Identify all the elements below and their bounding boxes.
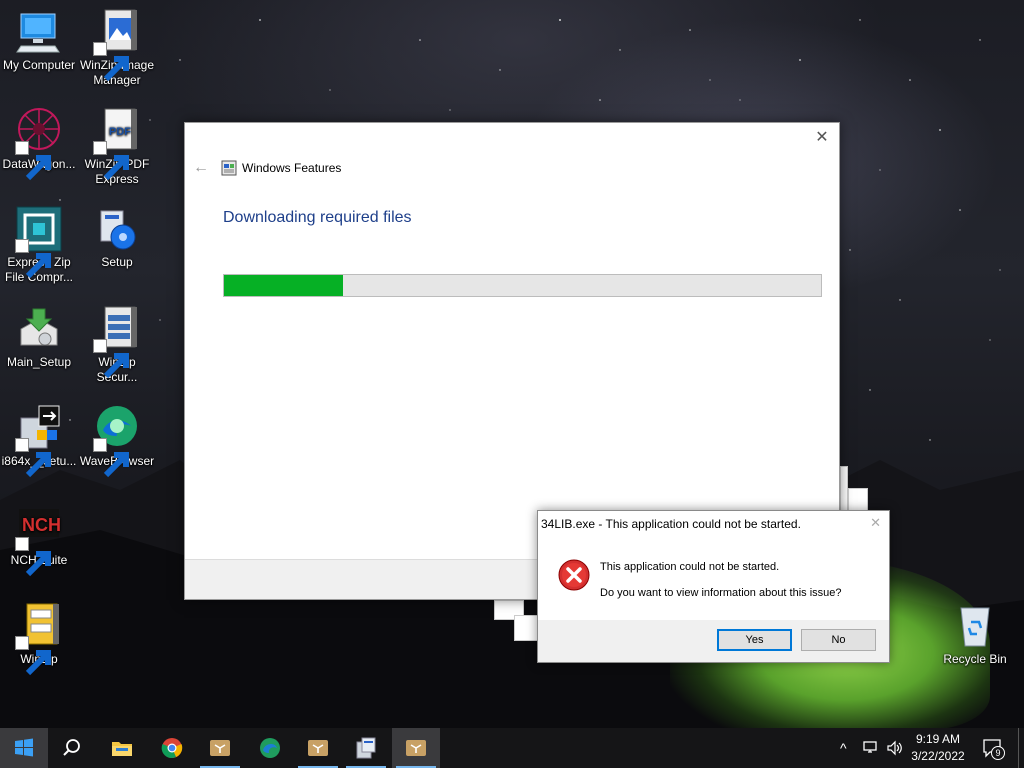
file-explorer-icon (112, 742, 132, 756)
desktop-icon-winzip-image-manager[interactable]: WinZip Image Manager (78, 8, 156, 88)
recycle-bin-icon (951, 602, 999, 650)
winzip-secure-icon (93, 305, 141, 379)
desktop-icon-setup[interactable]: Setup (78, 205, 156, 270)
desktop-icon-express-zip[interactable]: Express Zip File Compr... (0, 205, 78, 285)
desktop-icon-nch-suite[interactable]: NCH NCH Suite (0, 503, 78, 577)
taskbar: ^ 9:19 AM 3/22/2022 9 (0, 728, 1024, 768)
desktop-icon-winzip-pdf-express[interactable]: PDF WinZip PDF Express (78, 107, 156, 187)
setup-icon (93, 205, 141, 253)
main-setup-icon (15, 305, 63, 353)
download-progress-bar (223, 274, 822, 297)
desktop-icon-i864x-setup[interactable]: i864x__setu... (0, 404, 78, 478)
volume-icon[interactable] (886, 740, 904, 756)
desktop-icon-my-computer[interactable]: My Computer (0, 8, 78, 73)
clock-date[interactable]: 3/22/2022 (906, 749, 970, 763)
chevron-up-icon[interactable]: ^ (840, 740, 847, 756)
chrome-icon (161, 738, 183, 758)
taskbar-dropbox-2[interactable] (294, 728, 342, 768)
status-heading: Downloading required files (223, 209, 412, 226)
dropbox-icon (406, 740, 426, 756)
dropbox-icon (210, 740, 230, 756)
express-zip-icon (15, 205, 63, 279)
notification-center-button[interactable]: 9 (982, 738, 1005, 760)
error-dialog: 34LIB.exe - This application could not b… (537, 510, 890, 663)
windows-features-icon (221, 160, 237, 176)
nch-icon: NCH (15, 503, 63, 577)
error-message: This application could not be started. (600, 561, 780, 573)
close-button[interactable]: ✕ (813, 129, 831, 147)
dropbox-icon (308, 740, 328, 756)
desktop-icon-wavebrowser[interactable]: WaveBrowser (78, 404, 156, 478)
search-icon (63, 739, 80, 756)
desktop-icon-main-setup[interactable]: Main_Setup (0, 305, 78, 370)
dialog-close-button[interactable]: ✕ (870, 515, 881, 531)
taskbar-installer[interactable] (342, 728, 390, 768)
desktop-icon-winzip[interactable]: WinZip (0, 602, 78, 676)
taskbar-dropbox-3[interactable] (392, 728, 440, 768)
installer-icon (356, 737, 376, 759)
desktop-icon-datawagon[interactable]: DataWagon... (0, 107, 78, 181)
datawagon-icon (15, 107, 63, 181)
start-button[interactable] (0, 728, 48, 768)
dialog-footer: Yes No (538, 620, 889, 662)
window-title: Windows Features (242, 161, 342, 175)
desktop-icon-label: Main_Setup (6, 355, 72, 369)
error-icon (558, 559, 590, 591)
taskbar-edge[interactable] (246, 728, 294, 768)
dialog-title: 34LIB.exe - This application could not b… (541, 517, 801, 531)
desktop-icon-recycle-bin[interactable]: Recycle Bin (936, 602, 1014, 667)
network-icon[interactable] (862, 740, 880, 756)
desktop-icon-label: Setup (101, 255, 133, 269)
start-icon (15, 738, 33, 757)
progress-fill (224, 275, 344, 296)
taskbar-chrome[interactable] (148, 728, 196, 768)
winzip-icon (15, 602, 63, 676)
error-question: Do you want to view information about th… (600, 587, 842, 599)
winzip-pdf-icon: PDF (93, 107, 141, 181)
svg-text:PDF: PDF (109, 126, 131, 138)
installer-icon (15, 404, 63, 478)
desktop-icon-winzip-secure[interactable]: WinZip Secur... (78, 305, 156, 385)
edge-icon (260, 738, 280, 758)
desktop-icon-label: Recycle Bin (943, 652, 1007, 666)
winzip-image-icon (93, 8, 141, 82)
notification-count-badge: 9 (991, 746, 1005, 760)
no-button[interactable]: No (801, 629, 876, 651)
yes-button[interactable]: Yes (717, 629, 792, 651)
taskbar-dropbox-1[interactable] (196, 728, 244, 768)
taskbar-file-explorer[interactable] (98, 728, 146, 768)
clock-time[interactable]: 9:19 AM (906, 732, 970, 746)
stacked-dialog-edge (840, 466, 848, 516)
show-desktop-button[interactable] (1018, 728, 1019, 768)
back-arrow-icon[interactable]: ← (193, 159, 209, 177)
computer-icon (15, 8, 63, 56)
desktop-icon-label: My Computer (2, 58, 76, 72)
svg-text:NCH: NCH (22, 515, 61, 535)
search-button[interactable] (48, 728, 96, 768)
wavebrowser-icon (93, 404, 141, 478)
